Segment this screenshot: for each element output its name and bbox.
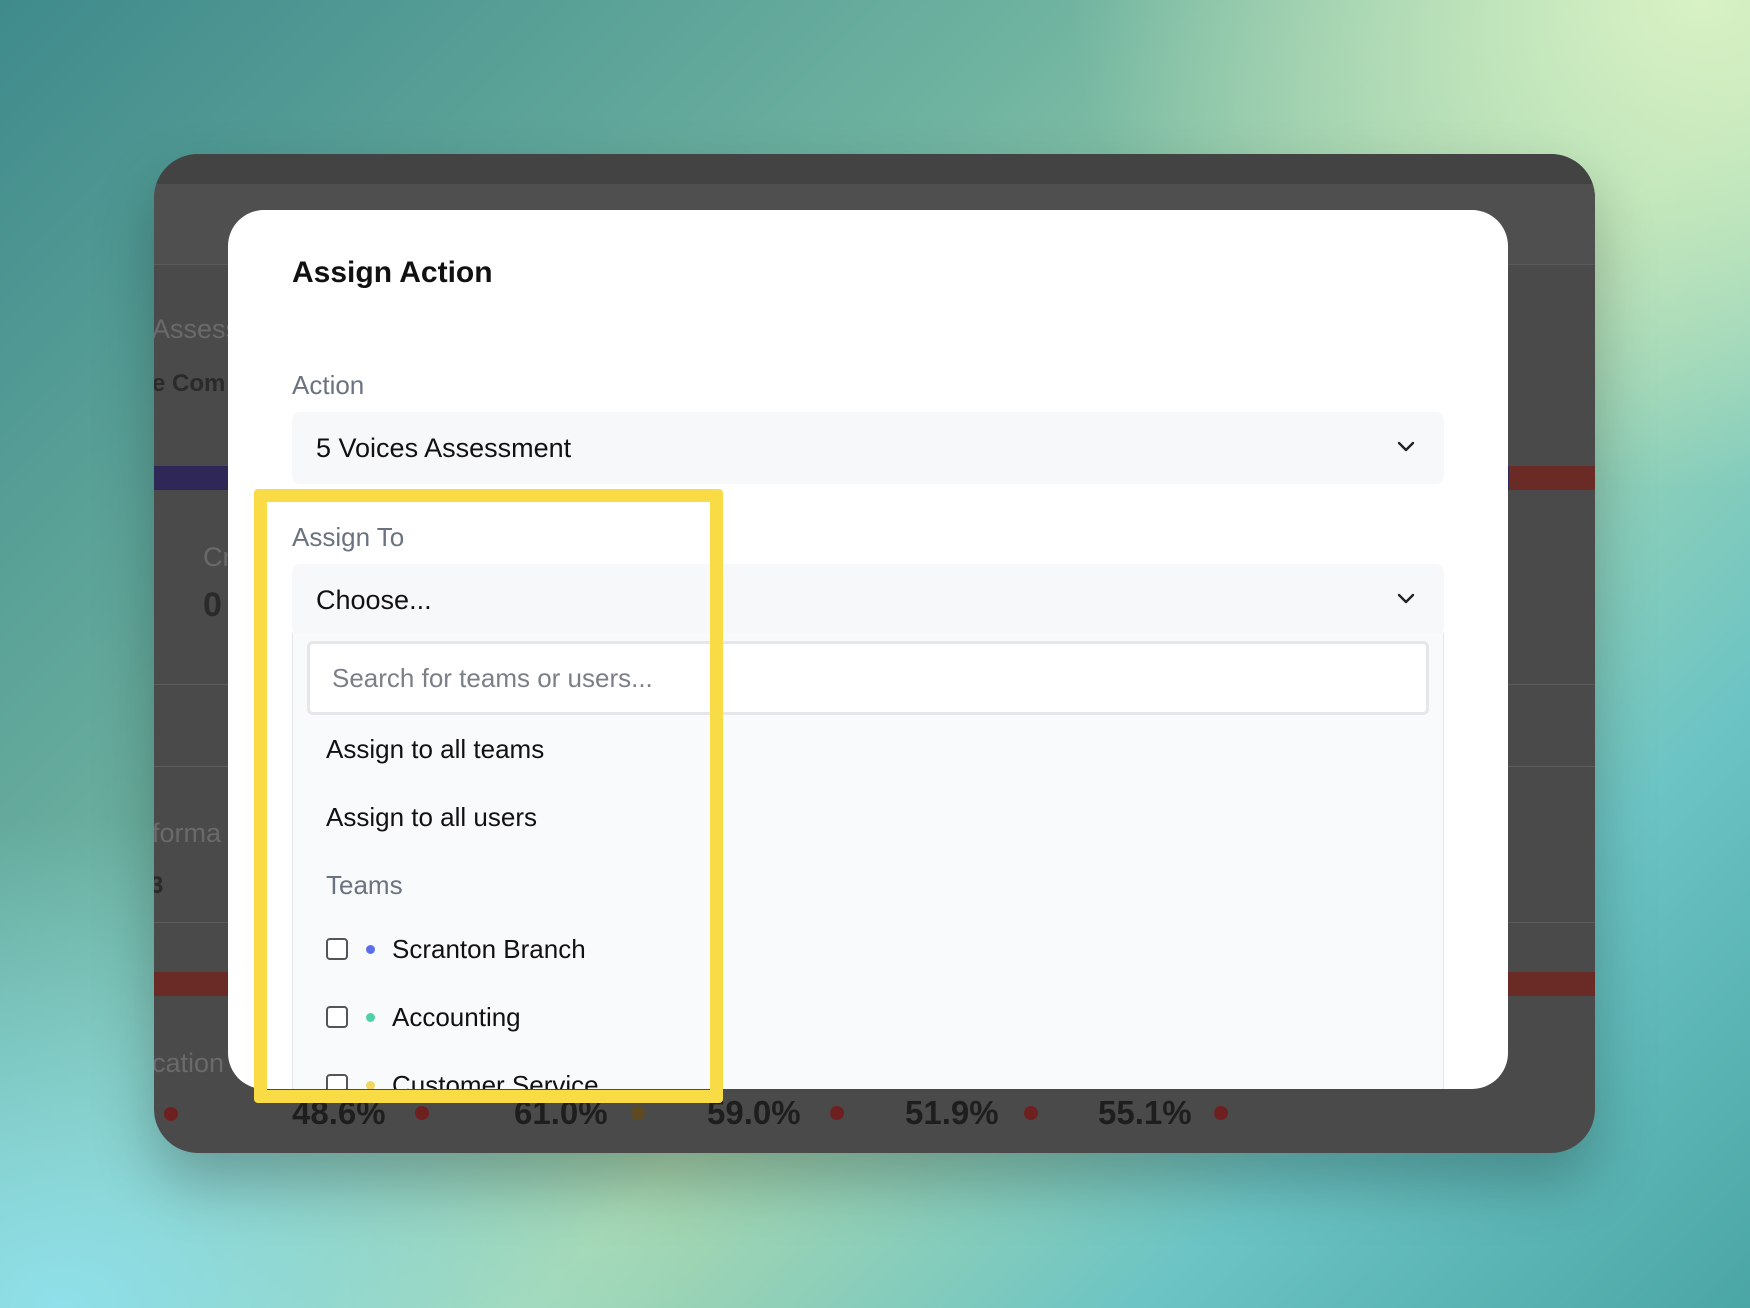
modal-title: Assign Action: [292, 256, 493, 289]
status-dot: [1214, 1106, 1228, 1120]
bg-small-value: 3: [154, 872, 164, 899]
action-select[interactable]: 5 Voices Assessment: [292, 412, 1444, 484]
team-color-dot: [366, 1012, 375, 1022]
bg-percentage: 51.9%: [905, 1094, 999, 1131]
team-name: Customer Service: [392, 1069, 599, 1090]
option-assign-all-users[interactable]: Assign to all users: [326, 802, 537, 833]
assign-to-label: Assign To: [292, 522, 405, 552]
bg-percentage: 48.6%: [292, 1094, 386, 1131]
team-name: Scranton Branch: [392, 933, 586, 964]
assign-to-select[interactable]: Choose...: [292, 564, 1444, 636]
status-dot: [415, 1106, 429, 1120]
team-option-scranton-branch[interactable]: Scranton Branch: [326, 934, 586, 964]
bg-company-label: e Com: [154, 370, 226, 397]
chevron-down-icon: [1397, 593, 1415, 604]
status-dot: [164, 1107, 178, 1121]
bg-accent-strip-red: [1509, 466, 1595, 490]
checkbox[interactable]: [326, 1074, 348, 1089]
bg-performance-label: forma: [154, 818, 222, 848]
assign-to-dropdown: Assign to all teams Assign to all users …: [292, 633, 1444, 1089]
team-option-customer-service[interactable]: Customer Service: [326, 1070, 599, 1089]
checkbox[interactable]: [326, 1006, 348, 1028]
option-assign-all-teams[interactable]: Assign to all teams: [326, 734, 544, 765]
bg-assessment-label: Assess: [154, 314, 240, 344]
assign-action-modal: Assign Action Action 5 Voices Assessment…: [228, 210, 1508, 1089]
bg-percentage: 55.1%: [1098, 1094, 1192, 1131]
bg-percentage: 59.0%: [707, 1094, 801, 1131]
status-dot: [830, 1106, 844, 1120]
assign-to-selected-value: Choose...: [316, 584, 432, 615]
status-dot: [631, 1106, 645, 1120]
bg-percentage: 61.0%: [514, 1094, 608, 1131]
team-color-dot: [366, 944, 375, 954]
team-name: Accounting: [392, 1001, 521, 1032]
teams-group-label: Teams: [326, 870, 403, 900]
search-input[interactable]: [307, 641, 1429, 715]
bg-communication-label: cation: [154, 1048, 225, 1078]
window-titlebar: [154, 154, 1595, 184]
status-dot: [1024, 1106, 1038, 1120]
action-label: Action: [292, 370, 365, 400]
team-color-dot: [366, 1080, 375, 1089]
team-option-accounting[interactable]: Accounting: [326, 1002, 521, 1032]
bg-card-value: 0: [203, 586, 222, 624]
checkbox[interactable]: [326, 938, 348, 960]
action-selected-value: 5 Voices Assessment: [316, 432, 572, 463]
chevron-down-icon: [1397, 441, 1415, 452]
